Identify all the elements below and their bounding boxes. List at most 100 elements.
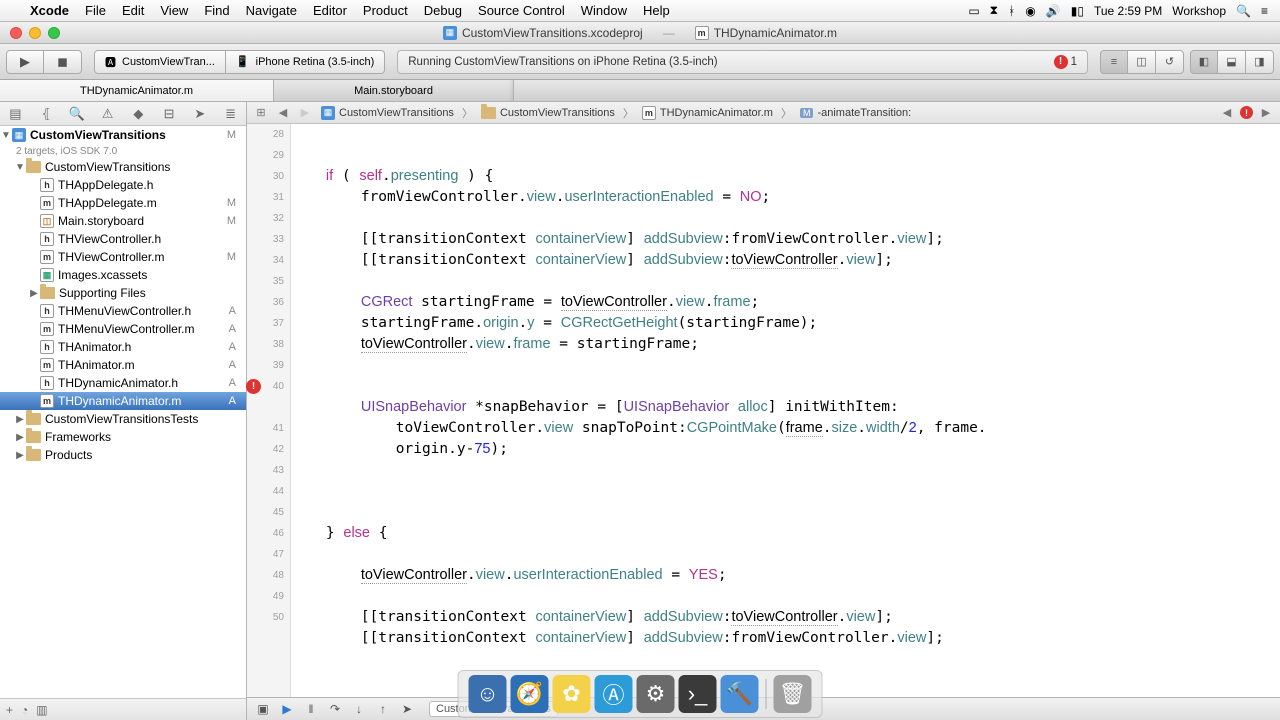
toggle-utilities-button[interactable]: ◨ <box>1246 50 1274 74</box>
menu-navigate[interactable]: Navigate <box>238 3 305 18</box>
activity-viewer[interactable]: Running CustomViewTransitions on iPhone … <box>397 50 1088 74</box>
jump-group[interactable]: CustomViewTransitions <box>475 107 621 119</box>
test-navigator-icon[interactable]: ◆ <box>126 106 150 122</box>
tree-row[interactable]: hTHAnimator.hA <box>0 338 246 356</box>
dock-terminal[interactable]: ›_ <box>679 675 717 713</box>
menu-find[interactable]: Find <box>196 3 237 18</box>
find-navigator-icon[interactable]: 🔍 <box>65 106 89 122</box>
menu-window[interactable]: Window <box>573 3 635 18</box>
jump-symbol[interactable]: M-animateTransition: <box>794 107 917 119</box>
bluetooth-icon[interactable]: ᚼ <box>1008 4 1015 18</box>
assistant-editor-button[interactable]: ◫ <box>1128 50 1156 74</box>
jump-project[interactable]: ▦CustomViewTransitions <box>315 106 460 120</box>
dock-appstore[interactable]: Ⓐ <box>595 675 633 713</box>
battery-icon[interactable]: ▮▯ <box>1071 4 1084 18</box>
project-navigator-tree[interactable]: ▼ ▦ CustomViewTransitions M 2 targets, i… <box>0 126 246 698</box>
tree-row[interactable]: ◫Main.storyboardM <box>0 212 246 230</box>
dock-safari[interactable]: 🧭 <box>511 675 549 713</box>
related-items-button[interactable]: ⊞ <box>251 106 271 119</box>
filter-recent-icon[interactable]: ◔ <box>21 703 28 717</box>
source-editor[interactable]: 28293031323334353637383940!4142434445464… <box>247 124 1280 697</box>
add-button[interactable]: + <box>6 703 13 717</box>
tree-row[interactable]: ▶CustomViewTransitionsTests <box>0 410 246 428</box>
menu-edit[interactable]: Edit <box>114 3 152 18</box>
notification-center-icon[interactable]: ≡ <box>1261 4 1268 18</box>
issue-indicator-icon[interactable]: ! <box>1240 106 1253 119</box>
minimize-window-button[interactable] <box>29 27 41 39</box>
destination-selector[interactable]: 📱iPhone Retina (3.5-inch) <box>226 50 385 74</box>
step-over-button[interactable]: ↷ <box>327 702 343 716</box>
menu-product[interactable]: Product <box>355 3 416 18</box>
tree-row[interactable]: ▶Products <box>0 446 246 464</box>
tab-storyboard[interactable]: Main.storyboard <box>274 80 514 101</box>
tree-row[interactable]: hTHMenuViewController.hA <box>0 302 246 320</box>
breakpoint-navigator-icon[interactable]: ➤ <box>188 106 212 122</box>
menu-debug[interactable]: Debug <box>416 3 470 18</box>
log-navigator-icon[interactable]: ≣ <box>219 106 243 122</box>
tree-row[interactable]: hTHAppDelegate.h <box>0 176 246 194</box>
zoom-window-button[interactable] <box>48 27 60 39</box>
dock-trash[interactable]: 🗑 <box>774 675 812 713</box>
spotlight-icon[interactable]: 🔍 <box>1236 4 1251 18</box>
scheme-selector[interactable]: 🅰CustomViewTran... <box>94 50 226 74</box>
gutter-error-icon[interactable]: ! <box>246 379 261 394</box>
status-text: Running CustomViewTransitions on iPhone … <box>408 56 717 68</box>
dock-xcode[interactable]: 🔨 <box>721 675 759 713</box>
dock-finder[interactable]: ☺ <box>469 675 507 713</box>
standard-editor-button[interactable]: ≡ <box>1100 50 1128 74</box>
tree-row[interactable]: hTHDynamicAnimator.hA <box>0 374 246 392</box>
volume-icon[interactable]: 🔊 <box>1046 4 1061 18</box>
code-content[interactable]: if ( self.presenting ) { fromViewControl… <box>291 124 1280 697</box>
issue-navigator-icon[interactable]: ⚠ <box>96 106 120 122</box>
toggle-navigator-button[interactable]: ◧ <box>1190 50 1218 74</box>
tab-dynamic-animator[interactable]: THDynamicAnimator.m <box>0 80 274 101</box>
project-navigator-icon[interactable]: ▤ <box>3 106 27 122</box>
toggle-debug-area-icon[interactable]: ▣ <box>255 702 271 716</box>
stop-button[interactable]: ◼ <box>44 50 82 74</box>
menu-view[interactable]: View <box>152 3 196 18</box>
toggle-debug-area-button[interactable]: ⬓ <box>1218 50 1246 74</box>
wifi-icon[interactable]: ◉ <box>1025 4 1035 18</box>
tree-row[interactable]: mTHDynamicAnimator.mA <box>0 392 246 410</box>
tree-row[interactable]: hTHViewController.h <box>0 230 246 248</box>
tree-row[interactable]: mTHMenuViewController.mA <box>0 320 246 338</box>
dock-settings[interactable]: ⚙ <box>637 675 675 713</box>
version-editor-button[interactable]: ↺ <box>1156 50 1184 74</box>
run-button[interactable]: ▶ <box>6 50 44 74</box>
airplay-icon[interactable]: ▭ <box>968 4 979 18</box>
back-button[interactable]: ◀ <box>273 106 293 119</box>
clocks-icon[interactable]: ⧗ <box>990 3 998 18</box>
next-issue-button[interactable]: ▶ <box>1256 106 1276 119</box>
menu-help[interactable]: Help <box>635 3 678 18</box>
filter-scm-icon[interactable]: ▥ <box>36 703 47 717</box>
line-number-gutter[interactable]: 28293031323334353637383940!4142434445464… <box>247 124 291 697</box>
user-name[interactable]: Workshop <box>1172 4 1226 18</box>
jump-file[interactable]: mTHDynamicAnimator.m <box>636 106 779 120</box>
location-button[interactable]: ➤ <box>399 702 415 716</box>
tree-project-root[interactable]: ▼ ▦ CustomViewTransitions M <box>0 126 246 144</box>
step-into-button[interactable]: ↓ <box>351 702 367 716</box>
tree-row[interactable]: ▦Images.xcassets <box>0 266 246 284</box>
tree-row[interactable]: ▶Frameworks <box>0 428 246 446</box>
app-menu[interactable]: Xcode <box>22 3 77 18</box>
symbol-navigator-icon[interactable]: ⦃ <box>34 106 58 122</box>
continue-button[interactable]: ▶ <box>279 702 295 716</box>
tree-row[interactable]: mTHAppDelegate.mM <box>0 194 246 212</box>
debug-navigator-icon[interactable]: ⊟ <box>157 106 181 122</box>
tree-row[interactable]: ▼CustomViewTransitions <box>0 158 246 176</box>
forward-button[interactable]: ▶ <box>295 106 315 119</box>
prev-issue-button[interactable]: ◀ <box>1217 106 1237 119</box>
close-window-button[interactable] <box>10 27 22 39</box>
clock[interactable]: Tue 2:59 PM <box>1094 4 1162 18</box>
panel-visibility-selector[interactable]: ◧ ⬓ ◨ <box>1190 50 1274 74</box>
editor-mode-selector[interactable]: ≡ ◫ ↺ <box>1100 50 1184 74</box>
dock-notes[interactable]: ✿ <box>553 675 591 713</box>
menu-editor[interactable]: Editor <box>305 3 355 18</box>
tree-row[interactable]: mTHViewController.mM <box>0 248 246 266</box>
tree-row[interactable]: ▶Supporting Files <box>0 284 246 302</box>
step-out-button[interactable]: ↑ <box>375 702 391 716</box>
tree-row[interactable]: mTHAnimator.mA <box>0 356 246 374</box>
pause-button[interactable]: ‖ <box>303 702 319 716</box>
menu-file[interactable]: File <box>77 3 114 18</box>
menu-source-control[interactable]: Source Control <box>470 3 573 18</box>
